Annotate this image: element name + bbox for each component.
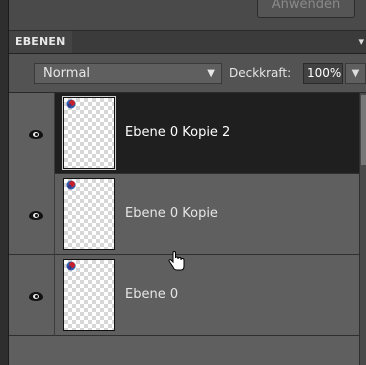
layer-name[interactable]: Ebene 0 Kopie 2	[125, 123, 230, 143]
tab-layers[interactable]: EBENEN	[9, 31, 72, 53]
panel-top-area: Anwenden	[9, 0, 366, 31]
layer-mask-icon	[66, 180, 76, 190]
visibility-toggle[interactable]	[9, 174, 55, 255]
layers-panel: Anwenden EBENEN ▾ Normal ▼ Deckkraft: 10…	[9, 0, 366, 365]
visibility-toggle[interactable]	[9, 93, 55, 174]
layer-thumbnail	[63, 178, 115, 250]
opacity-label: Deckkraft:	[229, 66, 292, 80]
layers-list: Ebene 0 Kopie 2 Ebene 0 Kopie Ebene 0	[9, 93, 366, 365]
hand-cursor-icon	[168, 251, 185, 271]
eye-icon	[29, 130, 43, 139]
eye-icon	[29, 292, 43, 301]
blend-mode-value: Normal	[43, 66, 91, 81]
apply-button[interactable]: Anwenden	[257, 0, 355, 18]
eye-icon	[29, 211, 43, 220]
layer-row[interactable]: Ebene 0 Kopie 2	[9, 93, 359, 174]
scrollbar[interactable]	[359, 93, 366, 365]
layer-name[interactable]: Ebene 0 Kopie	[125, 204, 218, 224]
panel-menu-icon[interactable]: ▾	[358, 31, 364, 53]
layer-row[interactable]: Ebene 0 Kopie	[9, 174, 359, 255]
layer-name[interactable]: Ebene 0	[125, 285, 178, 305]
panel-tab-bar: EBENEN ▾	[9, 31, 366, 54]
layer-thumbnail	[63, 97, 115, 169]
blend-controls: Normal ▼ Deckkraft: 100% ▼	[9, 54, 366, 93]
left-edge-strip	[0, 0, 9, 365]
blend-mode-select[interactable]: Normal ▼	[34, 63, 222, 84]
layer-mask-icon	[66, 99, 76, 109]
scrollbar-thumb[interactable]	[361, 95, 366, 165]
visibility-toggle[interactable]	[9, 255, 55, 336]
layer-thumbnail	[63, 259, 115, 331]
opacity-input[interactable]: 100%	[303, 63, 343, 84]
chevron-down-icon: ▼	[207, 68, 215, 79]
opacity-dropdown-button[interactable]: ▼	[345, 63, 366, 84]
layer-mask-icon	[66, 261, 76, 271]
